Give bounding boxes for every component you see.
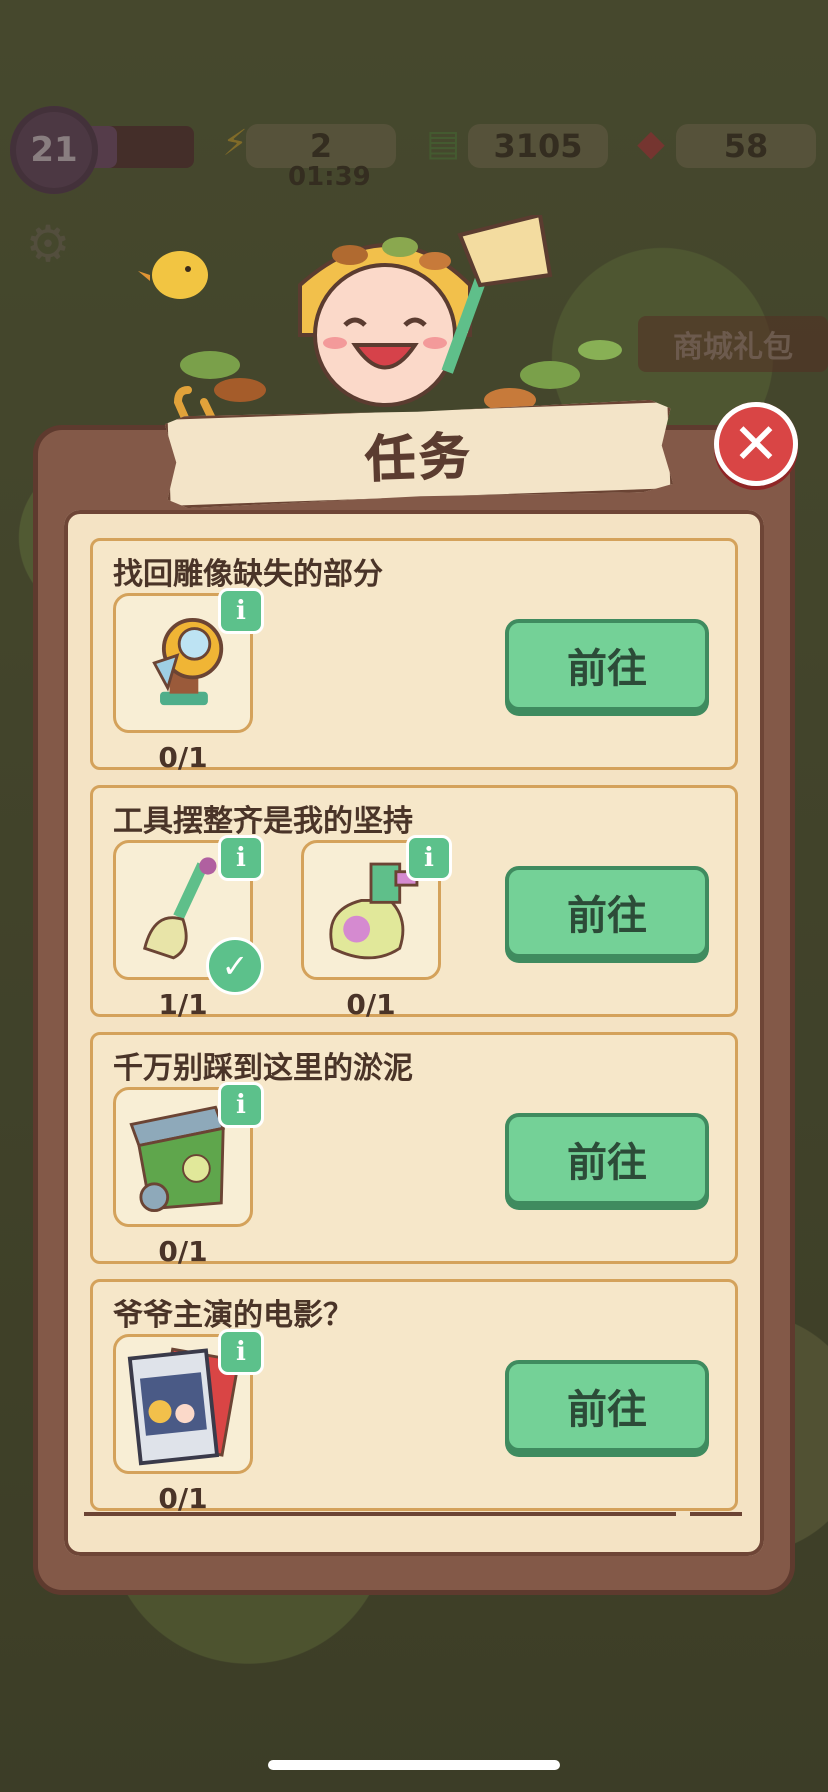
item-count: 1/1 [158,988,208,1021]
task-item-slot[interactable]: i [301,835,452,980]
info-icon[interactable]: i [218,588,264,634]
info-icon[interactable]: i [218,835,264,881]
kid-face [298,237,472,407]
item-count: 0/1 [158,1235,208,1268]
list-bottom-divider [690,1512,742,1516]
dialog-title-banner: 任务 [165,399,674,509]
go-button[interactable]: 前往 [505,619,709,711]
task-title: 爷爷主演的电影？ [113,1298,353,1333]
go-button[interactable]: 前往 [505,1113,709,1205]
dialog-title: 任务 [364,427,475,489]
item-count: 0/1 [158,1482,208,1515]
go-button[interactable]: 前往 [505,1360,709,1452]
task-title: 工具摆整齐是我的坚持 [113,804,413,839]
task-title: 找回雕像缺失的部分 [113,557,383,592]
task-item-slot[interactable]: i [113,1082,264,1227]
check-icon: ✓ [206,937,264,995]
task-item-slot[interactable]: i [113,1329,264,1474]
close-icon: ✕ [732,411,780,477]
home-indicator[interactable] [268,1760,560,1770]
item-count: 0/1 [158,741,208,774]
task-title: 千万别踩到这里的淤泥 [113,1051,413,1086]
task-card: 千万别踩到这里的淤泥 i 0/1 前往 [90,1032,738,1268]
close-button[interactable]: ✕ [714,402,798,486]
task-item-slot[interactable]: i ✓ [113,835,264,995]
task-card: 爷爷主演的电影？ i 0/1 前往 [90,1279,738,1515]
list-bottom-divider [84,1512,676,1516]
chick-icon [138,251,208,299]
info-icon[interactable]: i [406,835,452,881]
task-card: 找回雕像缺失的部分 i 0/1 前往 [90,538,738,774]
go-button[interactable]: 前往 [505,866,709,958]
item-count: 0/1 [346,988,396,1021]
info-icon[interactable]: i [218,1082,264,1128]
task-item-slot[interactable]: i [113,588,264,733]
task-card: 工具摆整齐是我的坚持 i ✓ 1/1 i 0/1 前往 [90,785,738,1021]
task-list[interactable]: 找回雕像缺失的部分 i 0/1 前往 工具摆整齐是我的坚持 i ✓ 1/1 i … [90,538,738,1518]
info-icon[interactable]: i [218,1329,264,1375]
